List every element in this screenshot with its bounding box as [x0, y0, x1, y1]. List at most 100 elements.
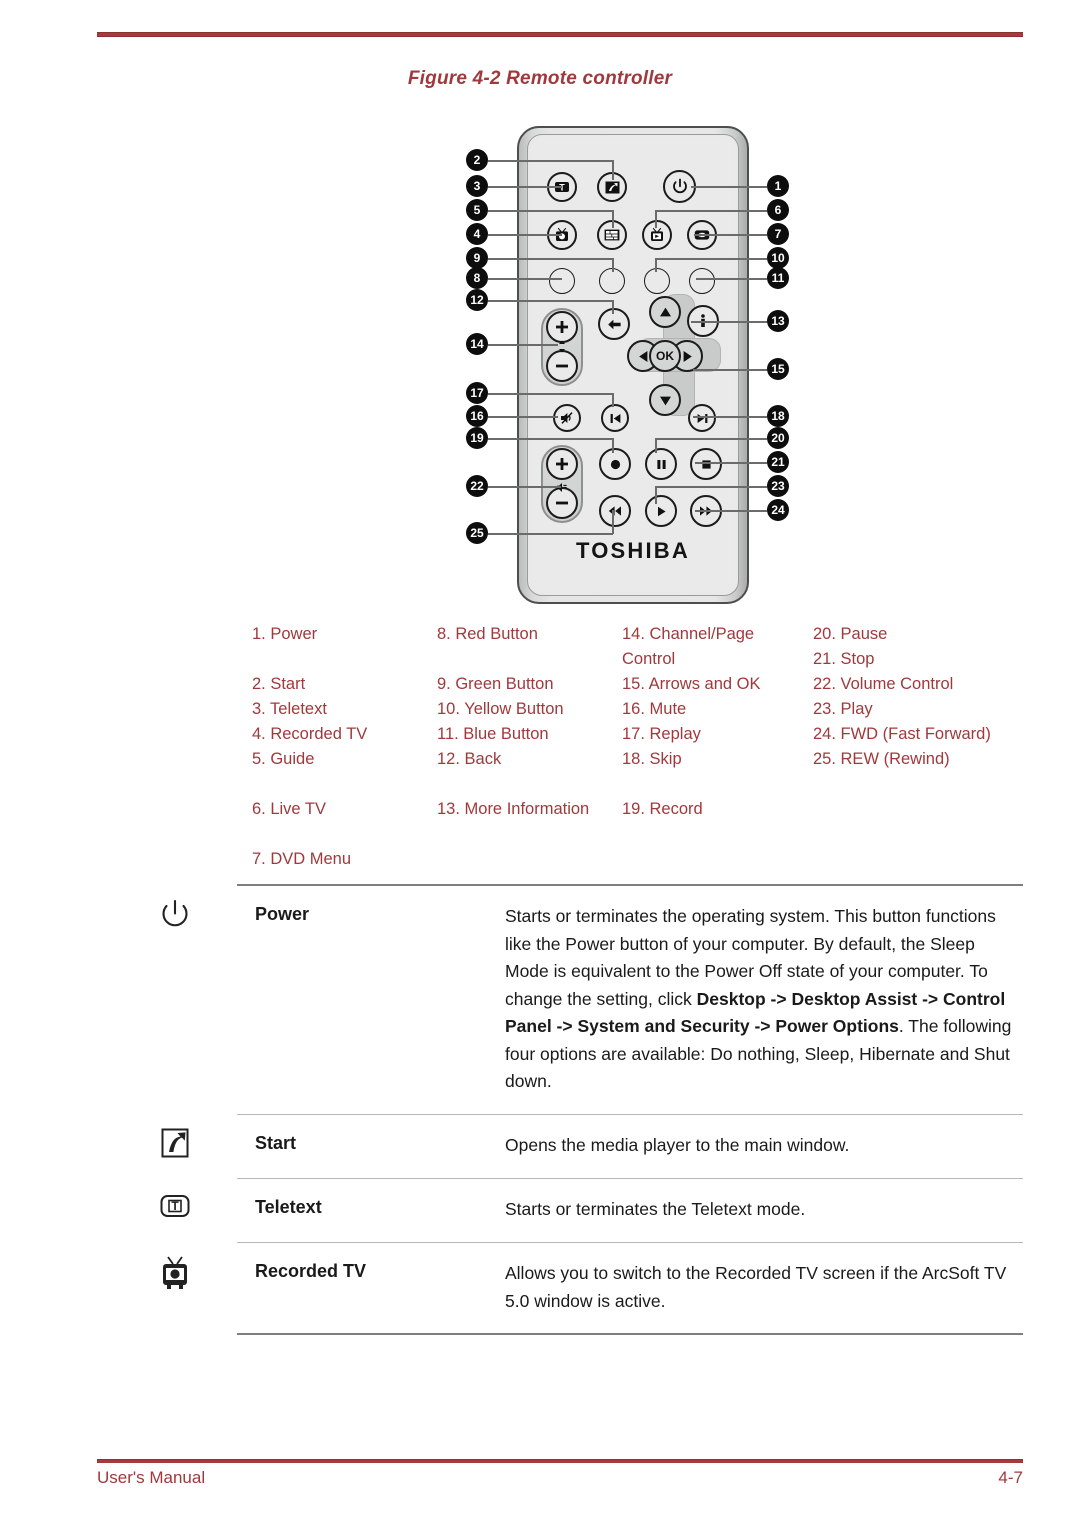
remote-back-button[interactable]	[598, 308, 630, 340]
power-icon	[672, 178, 687, 193]
legend-item: 4. Recorded TV	[252, 725, 368, 743]
legend-item: 22. Volume Control	[813, 675, 954, 693]
row-description: Starts or terminates the operating syste…	[505, 886, 1023, 1114]
button-description-table: Power Starts or terminates the operating…	[160, 884, 1023, 1336]
lead-line-2	[488, 160, 613, 162]
lead-line-15	[693, 369, 767, 371]
callout-23: 23	[767, 475, 789, 497]
callout-4: 4	[466, 223, 488, 245]
remote-record-button[interactable]	[599, 448, 631, 480]
legend-item: 18. Skip	[622, 750, 682, 768]
play-icon	[657, 506, 666, 516]
callout-3: 3	[466, 175, 488, 197]
lead-line-10	[655, 258, 767, 260]
lead-line-17	[488, 393, 613, 395]
table-row: Recorded TV Allows you to switch to the …	[163, 1243, 1023, 1333]
lead-line-25	[488, 533, 613, 535]
lead-line-2b	[612, 160, 614, 180]
remote-ok-button[interactable]: OK	[649, 340, 681, 372]
callout-15: 15	[767, 358, 789, 380]
start-arrow-icon	[605, 181, 619, 193]
row-description: Opens the media player to the main windo…	[505, 1135, 850, 1156]
lead-line-5	[488, 210, 613, 212]
table-divider	[237, 1333, 1023, 1336]
remote-blue-button[interactable]	[689, 268, 715, 294]
row-icon-cell: T	[145, 1191, 205, 1241]
skip-forward-icon	[697, 413, 707, 423]
remote-red-button[interactable]	[549, 268, 575, 294]
footer-page-number: 4-7	[998, 1468, 1023, 1487]
legend-item: 17. Replay	[622, 725, 701, 743]
row-name: Start	[255, 1133, 297, 1154]
legend-item: 19. Record	[622, 800, 703, 818]
table-row: T Teletext Starts or terminates the Tele…	[160, 1179, 1023, 1242]
row-description: Allows you to switch to the Recorded TV …	[505, 1263, 1007, 1311]
callout-25: 25	[466, 522, 488, 544]
lead-line-1	[691, 186, 767, 188]
teletext-icon: T	[160, 1195, 190, 1218]
legend-item: 21. Stop	[813, 650, 875, 668]
remote-stop-button[interactable]	[690, 448, 722, 480]
legend-item: 25. REW (Rewind)	[813, 750, 950, 768]
remote-rewind-button[interactable]	[599, 495, 631, 527]
remote-mute-button[interactable]	[553, 404, 581, 432]
legend-column-4: 20. Pause 21. Stop 22. Volume Control 23…	[813, 622, 1033, 772]
remote-play-button[interactable]	[645, 495, 677, 527]
remote-yellow-button[interactable]	[644, 268, 670, 294]
remote-volume-up-button[interactable]	[546, 448, 578, 480]
remote-pause-button[interactable]	[645, 448, 677, 480]
row-description: Starts or terminates the Teletext mode.	[505, 1199, 806, 1220]
lead-line-5b	[612, 210, 614, 228]
row-name: Power	[255, 904, 310, 924]
remote-dpad-up-button[interactable]	[649, 296, 681, 328]
legend-item: 23. Play	[813, 700, 873, 718]
legend-item: 24. FWD (Fast Forward)	[813, 725, 991, 743]
legend-item: 5. Guide	[252, 750, 315, 768]
remote-live-tv-button[interactable]	[642, 220, 672, 250]
lead-line-24	[695, 510, 767, 512]
volume-speaker-glyph	[555, 480, 568, 498]
callout-8: 8	[466, 267, 488, 289]
callout-12: 12	[466, 289, 488, 311]
arrow-down-icon	[659, 396, 671, 405]
lead-line-11	[696, 278, 767, 280]
legend-item: 11. Blue Button	[437, 725, 549, 743]
lead-line-8	[488, 278, 562, 280]
stop-icon	[701, 459, 711, 469]
lead-line-19b	[612, 438, 614, 453]
callout-5: 5	[466, 199, 488, 221]
lead-line-9	[488, 258, 613, 260]
row-icon-cell	[145, 1255, 205, 1305]
legend-column-1: 1. Power 2. Start 3. Teletext 4. Recorde…	[252, 622, 437, 872]
remote-skip-button[interactable]	[688, 404, 716, 432]
remote-replay-button[interactable]	[601, 404, 629, 432]
lead-line-21	[695, 462, 767, 464]
skip-back-icon	[610, 413, 620, 423]
rewind-icon	[608, 506, 621, 516]
legend-item: 12. Back	[437, 750, 502, 768]
lead-line-14	[488, 344, 558, 346]
lead-line-6	[655, 210, 767, 212]
guide-grid-icon	[604, 229, 620, 241]
lead-line-23	[655, 486, 767, 488]
callout-17: 17	[466, 382, 488, 404]
minus-icon	[556, 364, 568, 368]
callout-7: 7	[767, 223, 789, 245]
table-row: Power Starts or terminates the operating…	[162, 886, 1023, 1114]
lead-line-22	[488, 486, 561, 488]
start-arrow-icon	[161, 1128, 189, 1158]
live-tv-icon	[651, 227, 663, 241]
remote-channel-up-button[interactable]	[546, 311, 578, 343]
legend-item: 8. Red Button	[437, 625, 538, 643]
lead-line-9b	[612, 258, 614, 272]
page-top-rule	[97, 32, 1023, 37]
legend-item: 9. Green Button	[437, 675, 554, 693]
back-arrow-icon	[607, 319, 621, 329]
remote-dpad-down-button[interactable]	[649, 384, 681, 416]
legend-item: 2. Start	[252, 675, 306, 693]
page-bottom-rule	[97, 1459, 1023, 1463]
callout-1: 1	[767, 175, 789, 197]
figure-caption: Figure 4-2 Remote controller	[407, 68, 673, 89]
callout-18: 18	[767, 405, 789, 427]
lead-line-18	[693, 416, 767, 418]
